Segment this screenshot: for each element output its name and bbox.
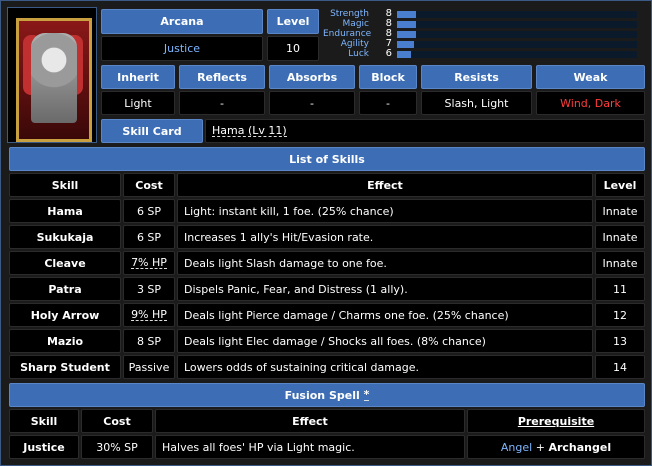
skill-level: Innate [595,251,645,275]
skill-card-header: Skill Card [101,119,203,143]
fusion-header-prerequisite: Prerequisite [467,409,645,433]
fusion-skill-cost: 30% SP [81,435,153,459]
persona-portrait [7,7,97,143]
skill-card-value: Hama (Lv 11) [205,119,645,143]
skill-effect: Light: instant kill, 1 foe. (25% chance) [177,199,593,223]
fusion-skill-effect: Halves all foes' HP via Light magic. [155,435,465,459]
hp-cost-tooltip[interactable]: 9% HP [131,309,167,321]
skill-name-hama: Hama [9,199,121,223]
skills-header-level: Level [595,173,645,197]
resists-value: Slash, Light [421,91,532,115]
fusion-header-effect: Effect [155,409,465,433]
persona-panel: Arcana Level Justice 10 Strength 8 Magic… [0,0,652,466]
skills-title: List of Skills [9,147,645,171]
prereq-archangel-link[interactable]: Archangel [548,441,611,454]
stat-label-endurance: Endurance [323,29,372,39]
skill-name-sukukaja: Sukukaja [9,225,121,249]
skill-cost: Passive [123,355,175,379]
fusion-title: Fusion Spell * [9,383,645,407]
block-value: - [359,91,417,115]
stat-label-agility: Agility [340,39,369,49]
inherit-header: Inherit [101,65,175,89]
skill-effect: Increases 1 ally's Hit/Evasion rate. [177,225,593,249]
fusion-header-skill: Skill [9,409,79,433]
absorbs-header: Absorbs [269,65,355,89]
skill-cost: 3 SP [123,277,175,301]
inherit-value: Light [101,91,175,115]
stat-label-magic: Magic [342,19,369,29]
stat-label-luck: Luck [348,49,369,59]
skill-level: 13 [595,329,645,353]
arcana-value: Justice [101,36,263,61]
prerequisite-link[interactable]: Prerequisite [518,415,594,428]
skills-header-skill: Skill [9,173,121,197]
stat-value-luck: 6 [385,48,392,59]
skill-effect: Dispels Panic, Fear, and Distress (1 all… [177,277,593,301]
level-value: 10 [267,36,319,61]
absorbs-value: - [269,91,355,115]
fusion-title-text: Fusion Spell [284,388,360,402]
skill-level: 11 [595,277,645,301]
resists-header: Resists [421,65,532,89]
skill-effect: Lowers odds of sustaining critical damag… [177,355,593,379]
skill-level: 12 [595,303,645,327]
stat-bar-luck [397,51,637,58]
skill-cost: 6 SP [123,199,175,223]
skill-level: Innate [595,225,645,249]
skill-name-holy-arrow: Holy Arrow [9,303,121,327]
portrait-frame [16,18,92,142]
hp-cost-tooltip[interactable]: 7% HP [131,257,167,269]
stat-bar-endurance [397,31,637,38]
skill-name-mazio: Mazio [9,329,121,353]
prereq-plus: + [535,440,545,454]
fusion-header-cost: Cost [81,409,153,433]
skill-name-sharp-student: Sharp Student [9,355,121,379]
weak-header: Weak [536,65,645,89]
skill-effect: Deals light Slash damage to one foe. [177,251,593,275]
skill-cost: 8 SP [123,329,175,353]
skill-level: 14 [595,355,645,379]
fusion-skill-name: Justice [9,435,79,459]
fusion-note-link[interactable]: * [363,389,370,401]
arcana-header: Arcana [101,9,263,34]
skill-cost: 6 SP [123,225,175,249]
skill-name-cleave: Cleave [9,251,121,275]
stat-bar-strength [397,11,637,18]
skills-header-effect: Effect [177,173,593,197]
reflects-header: Reflects [179,65,265,89]
prereq-angel-link[interactable]: Angel [501,441,532,454]
skill-name-patra: Patra [9,277,121,301]
skill-level: Innate [595,199,645,223]
stat-bar-agility [397,41,637,48]
skills-header-cost: Cost [123,173,175,197]
stat-label-strength: Strength [330,9,369,19]
skill-cost: 9% HP [123,303,175,327]
weak-value: Wind, Dark [536,91,645,115]
skill-card-link[interactable]: Hama (Lv 11) [212,125,287,137]
level-header: Level [267,9,319,34]
angel-figure-image [31,33,77,123]
reflects-value: - [179,91,265,115]
fusion-prerequisite: Angel + Archangel [467,435,645,459]
block-header: Block [359,65,417,89]
skill-cost: 7% HP [123,251,175,275]
skill-effect: Deals light Pierce damage / Charms one f… [177,303,593,327]
stat-bar-magic [397,21,637,28]
skill-effect: Deals light Elec damage / Shocks all foe… [177,329,593,353]
